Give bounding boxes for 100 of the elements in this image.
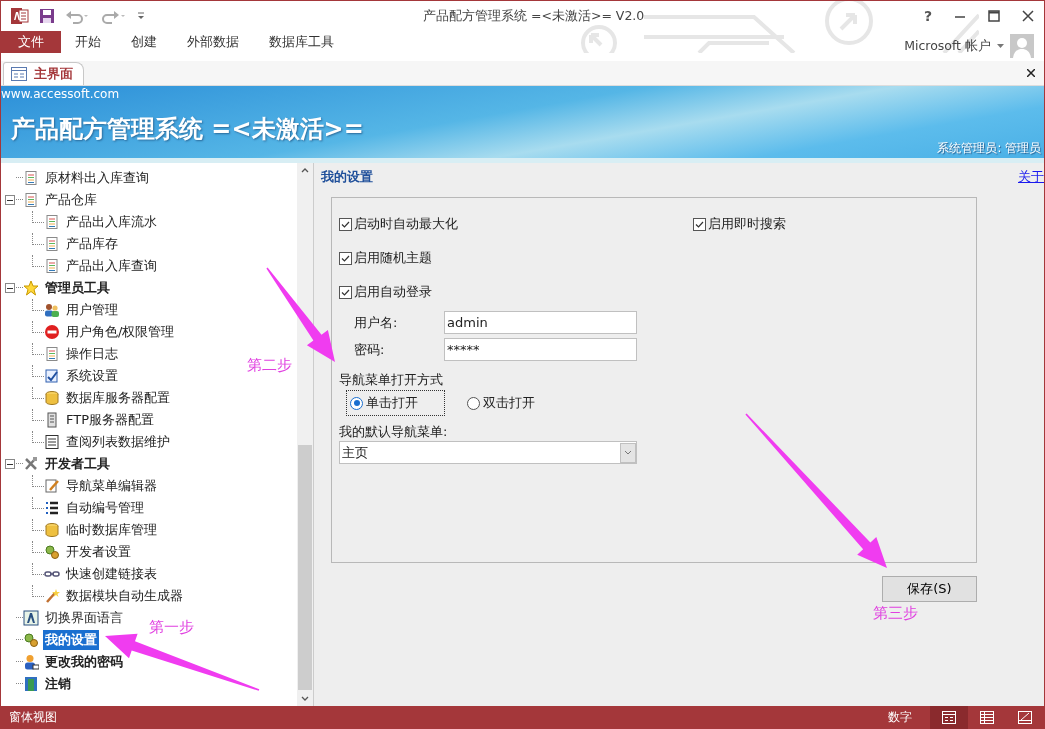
gear-icon [23,632,39,648]
tree-item[interactable]: 操作日志 [64,344,120,364]
tree-item[interactable]: 原材料出入库查询 [43,168,151,188]
tree-item[interactable]: 查阅列表数据维护 [64,432,172,452]
list-icon [44,434,60,450]
customize-icon[interactable] [137,11,145,21]
document-icon [44,346,60,362]
collapse-icon[interactable] [5,195,15,205]
scrollbar[interactable] [297,163,313,706]
window-title: 产品配方管理系统 =<未激活>= V2.0 [423,8,645,25]
account-label[interactable]: Microsoft 帐户 [904,37,991,55]
dropdown[interactable]: 主页 [339,441,637,464]
form-icon [11,67,27,81]
document-icon [23,192,39,208]
ribbon-tab[interactable]: 创建 [117,31,171,53]
document-tab[interactable]: 主界面 [3,62,84,85]
radio-label[interactable]: 双击打开 [483,394,535,412]
database-icon [44,390,60,406]
close-icon[interactable] [1022,10,1034,22]
tree-item[interactable]: 自动编号管理 [64,498,146,518]
collapse-icon[interactable] [5,459,15,469]
caret-icon[interactable] [997,43,1004,49]
radio-button[interactable] [350,396,363,410]
tree-item[interactable]: 导航菜单编辑器 [64,476,159,496]
checkbox[interactable] [693,217,706,231]
annotation-label: 第三步 [873,604,918,623]
document-icon [23,170,39,186]
scroll-thumb[interactable] [298,444,312,690]
server-icon [44,412,60,428]
people-icon [44,302,60,318]
tree-item[interactable]: 我的设置 [43,630,99,650]
numbered-list-icon [44,500,60,516]
ribbon-tab[interactable]: 开始 [61,31,115,53]
tree-item[interactable]: FTP服务器配置 [64,410,157,430]
gear-icon [44,544,60,560]
tree-item[interactable]: 数据模块自动生成器 [64,586,185,606]
database-icon [44,522,60,538]
stop-icon [44,324,60,340]
maximize-icon[interactable] [988,10,1000,22]
pencil-icon [44,478,60,494]
field-label: 密码: [354,340,386,359]
tree-item[interactable]: 临时数据库管理 [64,520,159,540]
checkbox[interactable] [339,251,352,265]
field-label: 用户名: [354,313,399,332]
form-view-button[interactable] [930,706,968,729]
ruler-icon [1018,711,1032,724]
checkbox[interactable] [339,285,352,299]
tree-item[interactable]: 系统设置 [64,366,120,386]
door-icon [23,676,39,692]
document-icon [44,214,60,230]
ribbon-tab[interactable]: 外部数据 [173,31,253,53]
annotation-label: 第一步 [149,618,194,637]
tree-item[interactable]: 产品出入库查询 [64,256,159,276]
table-icon [980,711,994,724]
annotation-label: 第二步 [247,356,292,375]
tree-item[interactable]: 更改我的密码 [43,652,125,672]
save-icon[interactable] [39,8,55,24]
close-icon[interactable] [1027,69,1035,77]
checkbox-label[interactable]: 启用即时搜索 [708,215,786,233]
view-label: 窗体视图 [9,709,57,726]
tree-item[interactable]: 产品出入库流水 [64,212,159,232]
form-icon [942,711,956,724]
section-title: 我的设置 [321,169,373,186]
tree-item[interactable]: 管理员工具 [43,278,112,298]
app-title: 产品配方管理系统 =<未激活>= [11,114,364,145]
help-button[interactable]: ? [923,8,932,24]
checkbox-label[interactable]: 启动时自动最大化 [354,215,458,233]
input-field[interactable]: admin [444,311,637,334]
tree-item[interactable]: 用户管理 [64,300,120,320]
document-icon [44,236,60,252]
ribbon-tab[interactable]: 文件 [1,31,61,53]
about-link[interactable]: 关于 [1018,169,1044,189]
tree-item[interactable]: 产品库存 [64,234,120,254]
mode-label: 数字 [888,709,912,726]
field-label: 我的默认导航菜单: [338,423,449,441]
access-logo-icon[interactable] [11,7,29,25]
font-icon [23,610,39,626]
input-field[interactable]: ***** [444,338,637,361]
star-icon [23,280,39,296]
tree-item[interactable]: 开发者工具 [43,454,112,474]
user-info: 系统管理员: 管理员 [937,141,1041,156]
user-icon [23,654,39,670]
tree-item[interactable]: 开发者设置 [64,542,133,562]
tree-item[interactable]: 用户角色/权限管理 [64,322,177,342]
wand-icon [44,588,60,604]
save-button[interactable]: 保存(S) [882,576,977,602]
radio-button[interactable] [467,396,480,410]
checkbox-label[interactable]: 启用随机主题 [354,249,432,267]
group-label: 导航菜单打开方式 [338,371,444,389]
tree-item[interactable]: 快速创建链接表 [64,564,159,584]
tree-item[interactable]: 数据库服务器配置 [64,388,172,408]
checkbox-label[interactable]: 启用自动登录 [354,283,432,301]
tree-item[interactable]: 切换界面语言 [43,608,125,628]
tree-item[interactable]: 注销 [43,674,73,694]
tree-item[interactable]: 产品仓库 [43,190,99,210]
settings-icon [44,368,60,384]
ribbon-tab[interactable]: 数据库工具 [255,31,348,53]
checkbox[interactable] [339,217,352,231]
document-icon [44,258,60,274]
collapse-icon[interactable] [5,283,15,293]
